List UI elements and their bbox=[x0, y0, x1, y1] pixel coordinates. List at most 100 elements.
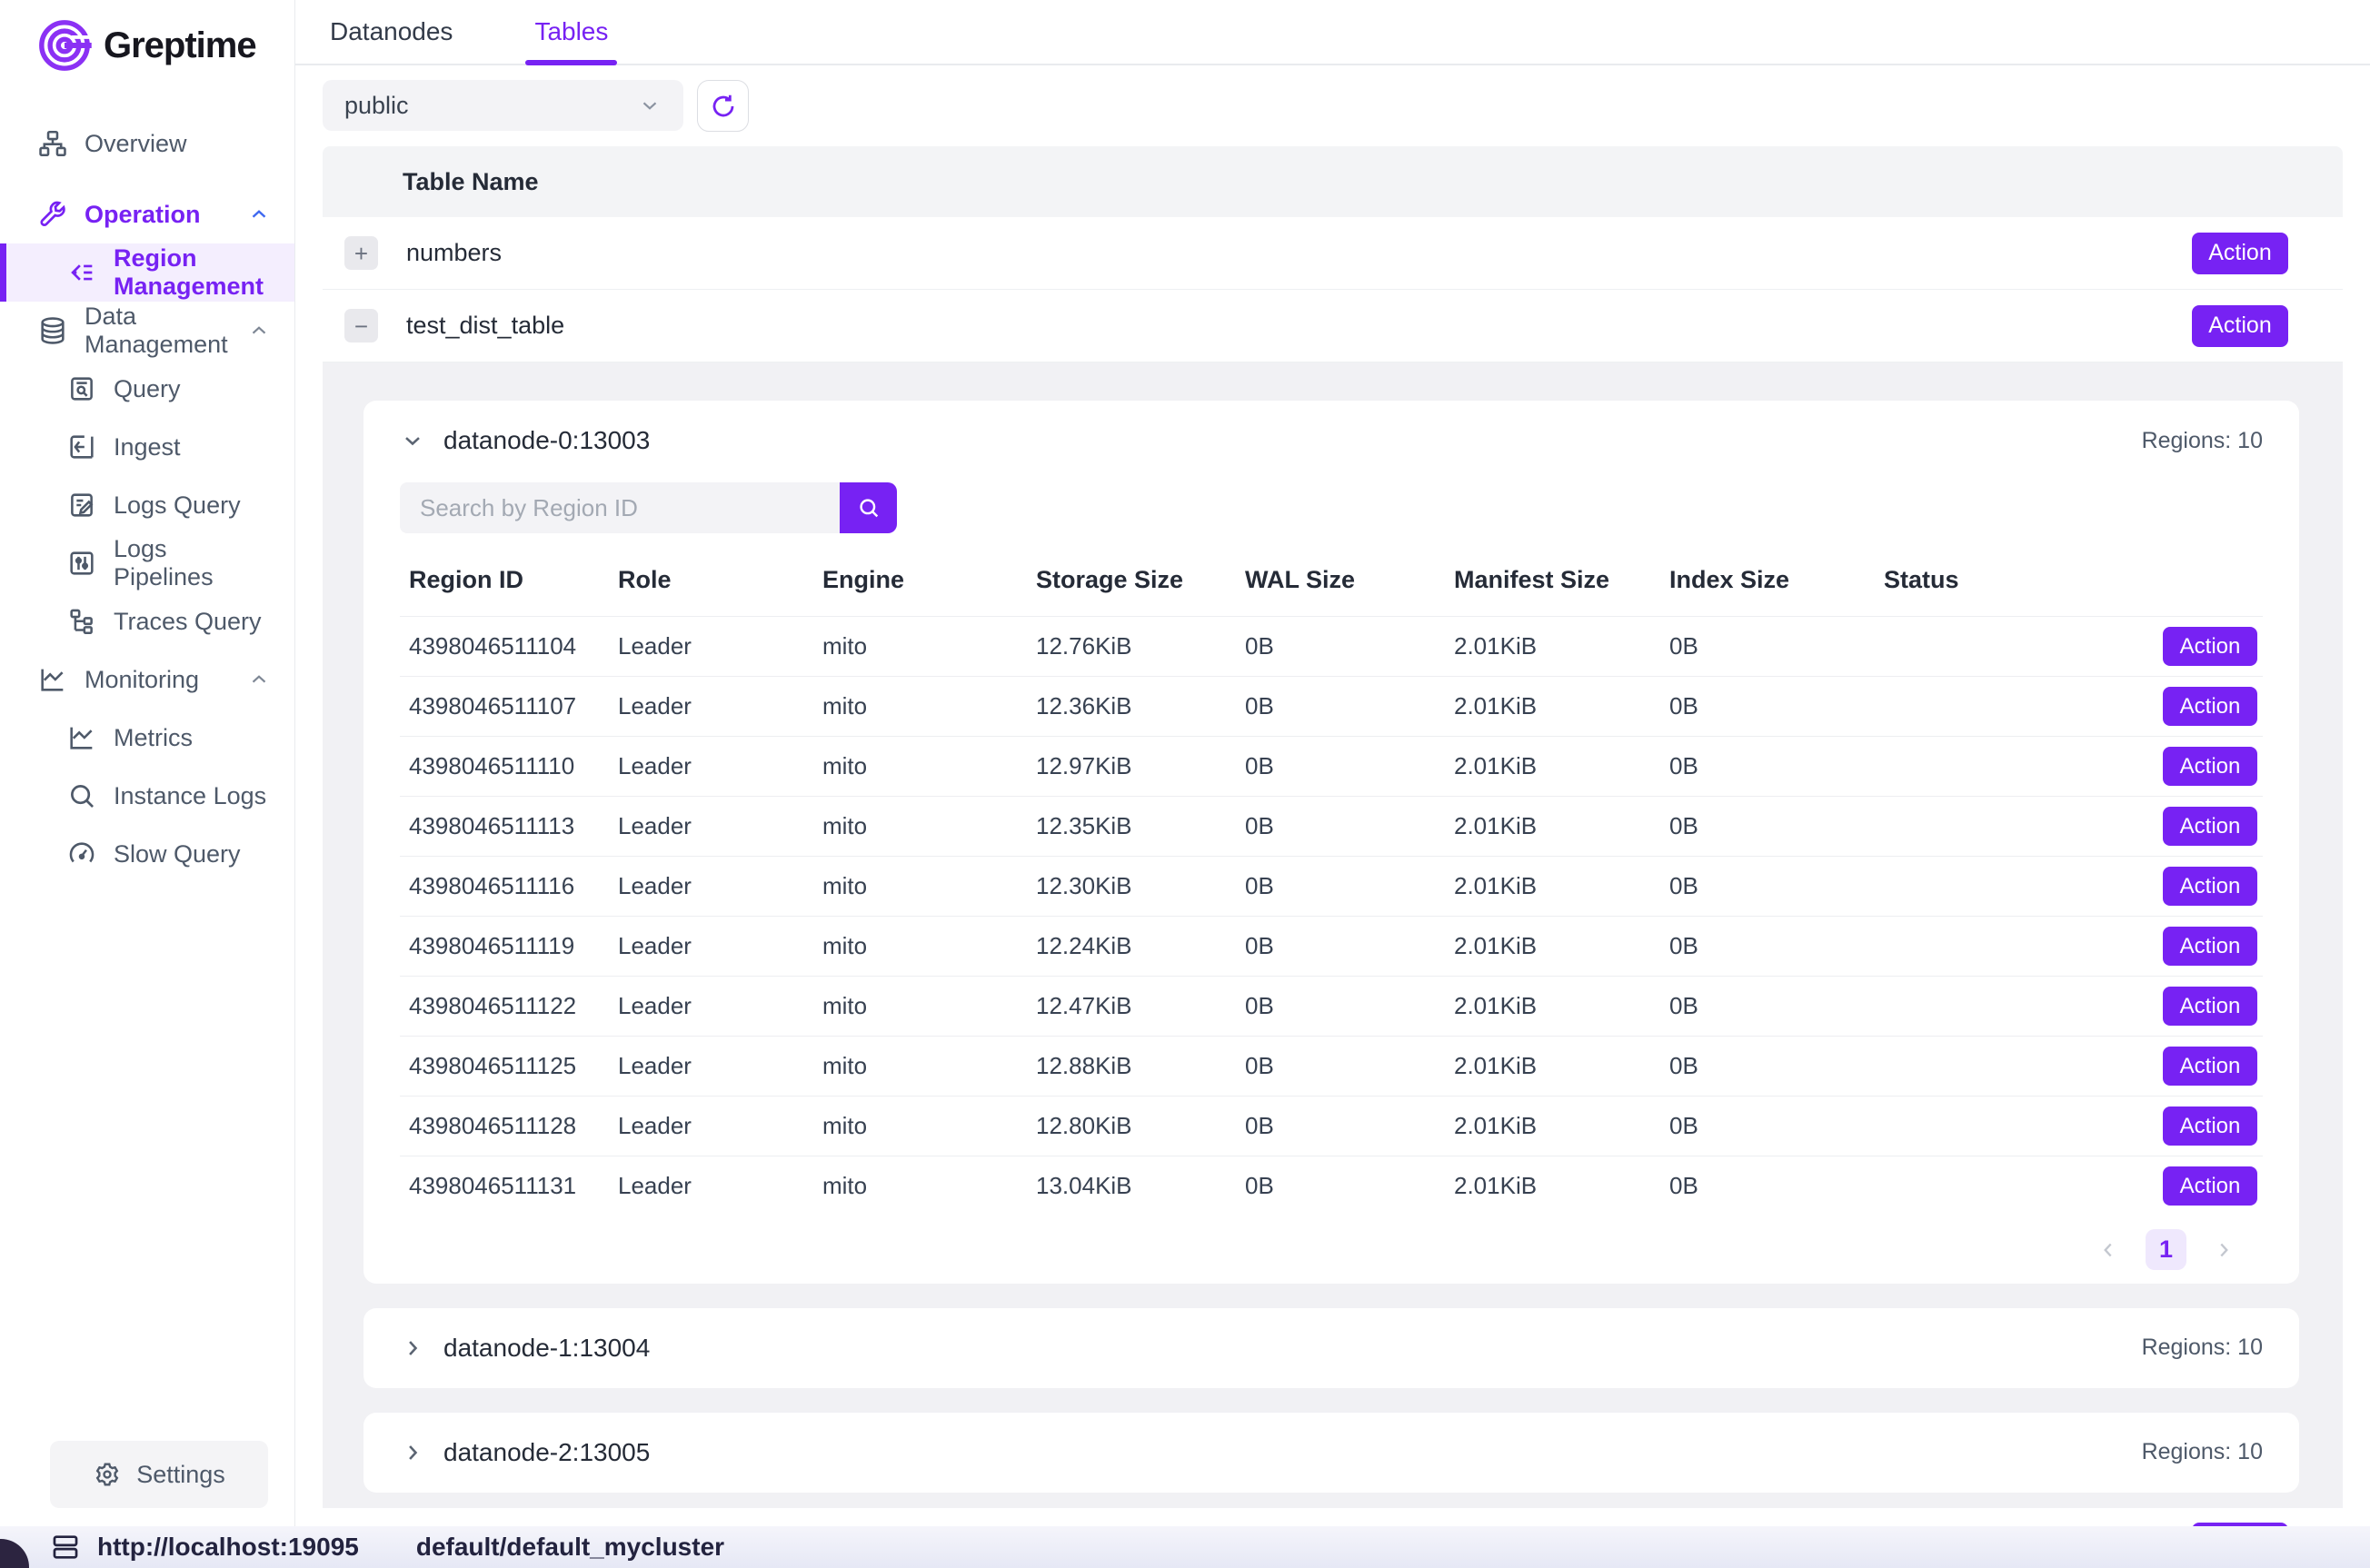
cell-wal-size: 0B bbox=[1236, 917, 1445, 977]
region-action-button[interactable]: Action bbox=[2163, 747, 2257, 786]
page-next-icon[interactable] bbox=[2212, 1238, 2236, 1262]
sidebar-item-query[interactable]: Query bbox=[0, 360, 294, 418]
sidebar-item-data-management[interactable]: Data Management bbox=[0, 302, 294, 360]
sidebar-item-label: Instance Logs bbox=[114, 782, 266, 810]
brand-logo[interactable]: Greptime bbox=[0, 0, 294, 91]
cell-engine: mito bbox=[813, 857, 1027, 917]
cell-action: Action bbox=[2056, 617, 2263, 677]
region-row: 4398046511131Leadermito13.04KiB0B2.01KiB… bbox=[400, 1156, 2263, 1216]
datanode-header[interactable]: datanode-2:13005 Regions: 10 bbox=[400, 1413, 2263, 1493]
sidebar-item-traces-query[interactable]: Traces Query bbox=[0, 592, 294, 650]
region-panel: datanode-0:13003 Regions: 10 bbox=[323, 362, 2343, 1508]
collapse-button[interactable]: − bbox=[344, 309, 378, 342]
cell-engine: mito bbox=[813, 737, 1027, 797]
cell-action: Action bbox=[2056, 737, 2263, 797]
region-row: 4398046511128Leadermito12.80KiB0B2.01KiB… bbox=[400, 1097, 2263, 1156]
datanode-title: datanode-1:13004 bbox=[443, 1334, 650, 1363]
cell-storage-size: 12.35KiB bbox=[1027, 797, 1236, 857]
cell-wal-size: 0B bbox=[1236, 1037, 1445, 1097]
sidebar-item-metrics[interactable]: Metrics bbox=[0, 709, 294, 767]
sidebar-item-instance-logs[interactable]: Instance Logs bbox=[0, 767, 294, 825]
sidebar-item-region-management[interactable]: Region Management bbox=[0, 243, 294, 302]
sidebar-item-ingest[interactable]: Ingest bbox=[0, 418, 294, 476]
sidebar: Greptime Overview bbox=[0, 0, 295, 1526]
regions-count: Regions: 10 bbox=[2142, 428, 2263, 454]
tab-tables[interactable]: Tables bbox=[525, 0, 617, 64]
sidebar-item-label: Slow Query bbox=[114, 840, 241, 868]
table-name: numbers bbox=[406, 239, 502, 267]
region-action-button[interactable]: Action bbox=[2163, 1166, 2257, 1206]
region-action-button[interactable]: Action bbox=[2163, 927, 2257, 966]
sidebar-item-monitoring[interactable]: Monitoring bbox=[0, 650, 294, 709]
table-action-button[interactable]: Action bbox=[2192, 305, 2288, 347]
cell-action: Action bbox=[2056, 857, 2263, 917]
cell-status bbox=[1875, 977, 2056, 1037]
table-row-test-dist-table: − test_dist_table Action bbox=[323, 290, 2343, 362]
region-action-button[interactable]: Action bbox=[2163, 1107, 2257, 1146]
region-action-button[interactable]: Action bbox=[2163, 867, 2257, 906]
region-row: 4398046511107Leadermito12.36KiB0B2.01KiB… bbox=[400, 677, 2263, 737]
sidebar-item-label: Monitoring bbox=[85, 666, 199, 694]
cell-manifest-size: 2.01KiB bbox=[1445, 977, 1660, 1037]
greptime-spiral-icon bbox=[36, 17, 93, 74]
region-row: 4398046511122Leadermito12.47KiB0B2.01KiB… bbox=[400, 977, 2263, 1037]
sitemap-icon bbox=[36, 127, 69, 160]
refresh-button[interactable] bbox=[697, 80, 749, 132]
cell-action: Action bbox=[2056, 917, 2263, 977]
cell-index-size: 0B bbox=[1660, 677, 1875, 737]
region-table-head-row: Region IDRoleEngineStorage SizeWAL SizeM… bbox=[400, 553, 2263, 617]
region-search-button[interactable] bbox=[840, 482, 897, 533]
datanode-title: datanode-2:13005 bbox=[443, 1438, 650, 1467]
chevron-down-icon bbox=[400, 428, 425, 453]
sliders-icon bbox=[65, 547, 98, 580]
datanode-card-2: datanode-2:13005 Regions: 10 bbox=[363, 1413, 2299, 1493]
expand-button[interactable]: + bbox=[344, 236, 378, 270]
datanode-header[interactable]: datanode-0:13003 Regions: 10 bbox=[400, 401, 2263, 481]
sidebar-item-overview[interactable]: Overview bbox=[0, 114, 294, 173]
wrench-icon bbox=[36, 198, 69, 231]
settings-button[interactable]: Settings bbox=[50, 1441, 268, 1508]
sidebar-item-label: Traces Query bbox=[114, 608, 262, 636]
page-number-button[interactable]: 1 bbox=[2146, 1229, 2186, 1270]
schema-select[interactable]: public bbox=[323, 80, 683, 131]
region-action-button[interactable]: Action bbox=[2163, 987, 2257, 1026]
cell-engine: mito bbox=[813, 977, 1027, 1037]
floating-button-sliver[interactable] bbox=[0, 1539, 29, 1568]
chevron-up-icon[interactable] bbox=[247, 203, 271, 226]
region-search-input[interactable] bbox=[400, 482, 840, 533]
region-row: 4398046511110Leadermito12.97KiB0B2.01KiB… bbox=[400, 737, 2263, 797]
tabbar: Datanodes Tables bbox=[295, 0, 2370, 65]
tab-datanodes[interactable]: Datanodes bbox=[321, 0, 462, 64]
sidebar-item-slow-query[interactable]: Slow Query bbox=[0, 825, 294, 883]
datanode-header[interactable]: datanode-1:13004 Regions: 10 bbox=[400, 1308, 2263, 1388]
region-action-button[interactable]: Action bbox=[2163, 687, 2257, 726]
sidebar-item-operation[interactable]: Operation bbox=[0, 185, 294, 243]
region-action-button[interactable]: Action bbox=[2163, 1047, 2257, 1086]
cell-manifest-size: 2.01KiB bbox=[1445, 1156, 1660, 1216]
region-action-button[interactable]: Action bbox=[2163, 807, 2257, 846]
datanode-title: datanode-0:13003 bbox=[443, 426, 650, 455]
page-prev-icon[interactable] bbox=[2096, 1238, 2120, 1262]
cell-role: Leader bbox=[609, 1037, 813, 1097]
cell-wal-size: 0B bbox=[1236, 977, 1445, 1037]
brand-name: Greptime bbox=[104, 25, 256, 66]
column-wal-size: WAL Size bbox=[1236, 553, 1445, 617]
region-action-button[interactable]: Action bbox=[2163, 627, 2257, 666]
column-manifest-size: Manifest Size bbox=[1445, 553, 1660, 617]
cell-manifest-size: 2.01KiB bbox=[1445, 1037, 1660, 1097]
region-table: Region IDRoleEngineStorage SizeWAL SizeM… bbox=[400, 553, 2263, 1216]
cell-storage-size: 12.36KiB bbox=[1027, 677, 1236, 737]
region-search bbox=[400, 482, 2263, 533]
cell-status bbox=[1875, 797, 2056, 857]
sidebar-item-label: Ingest bbox=[114, 433, 181, 461]
column-storage-size: Storage Size bbox=[1027, 553, 1236, 617]
sidebar-item-logs-pipelines[interactable]: Logs Pipelines bbox=[0, 534, 294, 592]
cell-wal-size: 0B bbox=[1236, 1156, 1445, 1216]
chevron-up-icon[interactable] bbox=[247, 319, 271, 342]
folder-in-icon bbox=[65, 431, 98, 463]
cell-index-size: 0B bbox=[1660, 1156, 1875, 1216]
table-action-button[interactable]: Action bbox=[2192, 233, 2288, 274]
sidebar-item-logs-query[interactable]: Logs Query bbox=[0, 476, 294, 534]
chevron-up-icon[interactable] bbox=[247, 668, 271, 691]
status-url[interactable]: http://localhost:19095 bbox=[97, 1533, 359, 1562]
